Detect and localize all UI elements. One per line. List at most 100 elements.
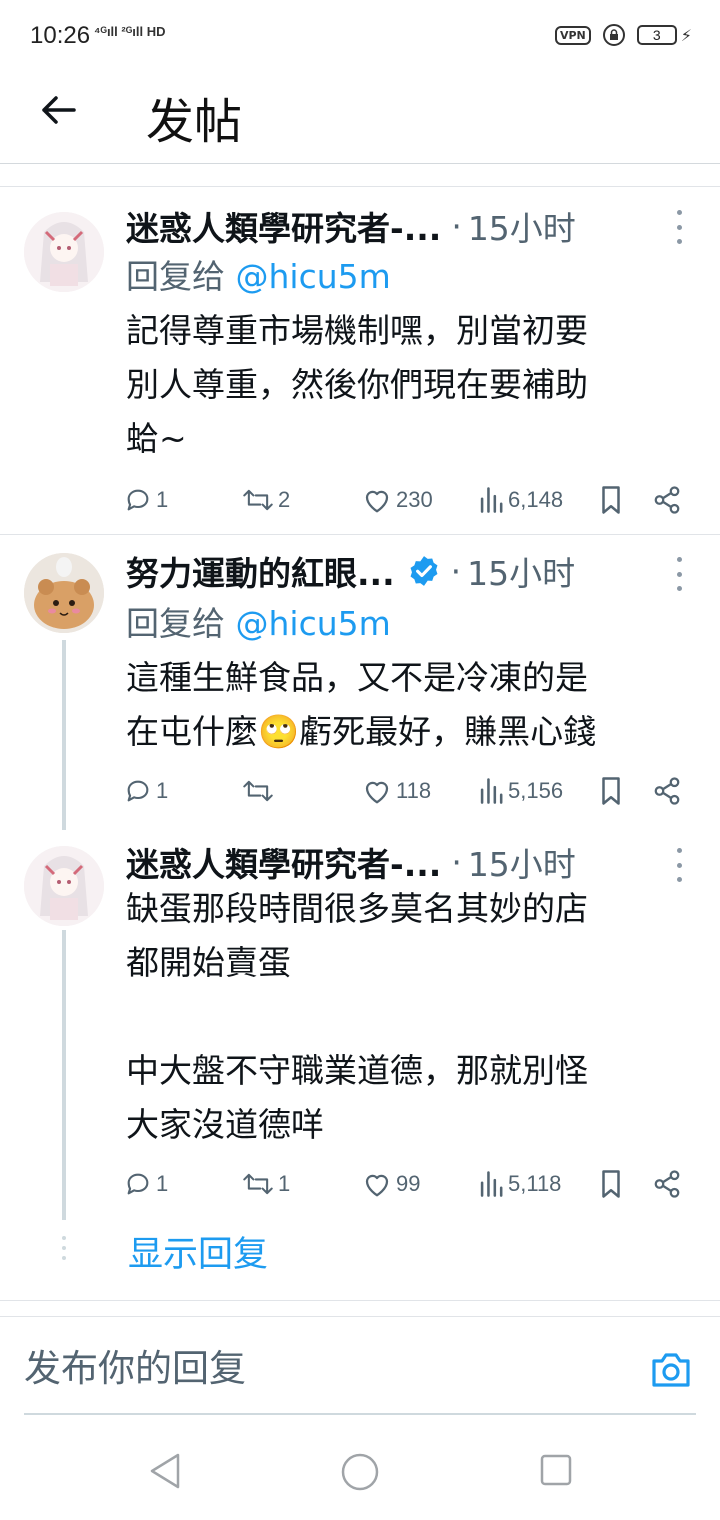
- like-button[interactable]: 99: [362, 1164, 420, 1204]
- avatar[interactable]: [24, 212, 104, 292]
- tweet[interactable]: 努力運動的紅眼... · 15小时 回复给 @hicu5m 這種生鮮食品，又不是…: [0, 535, 720, 825]
- system-navigation-bar: [0, 1420, 720, 1520]
- bookmark-icon: [602, 1170, 620, 1198]
- heart-icon: [365, 781, 389, 804]
- retweet-button[interactable]: 2: [242, 480, 290, 520]
- tweet-header: 迷惑人類學研究者-... · 15小时: [126, 202, 576, 250]
- page-title: 发帖: [146, 94, 243, 150]
- share-icon: [654, 486, 680, 514]
- views-icon: [480, 487, 503, 513]
- retweet-count: 1: [278, 1171, 291, 1196]
- reply-input[interactable]: [24, 1347, 624, 1390]
- retweet-count: 2: [278, 487, 291, 512]
- network-indicator: ⁴ᴳıll ²ᴳıll HD: [94, 24, 166, 39]
- tweet-actions: 1 1 99 5,118: [124, 1164, 690, 1204]
- like-count: 230: [396, 487, 433, 512]
- timestamp[interactable]: 15小时: [467, 547, 575, 595]
- tweet-text: 缺蛋那段時間很多莫名其妙的店 都開始賣蛋 中大盤不守職業道德，那就別怪 大家沒道…: [126, 889, 588, 1144]
- heart-icon: [365, 490, 389, 513]
- views-icon: [480, 1171, 503, 1197]
- camera-icon: [652, 1353, 690, 1387]
- charging-icon: ⚡: [680, 25, 692, 45]
- status-icons: VPN 3 ⚡: [554, 24, 692, 46]
- like-count: 99: [396, 1171, 421, 1196]
- author-name[interactable]: 迷惑人類學研究者-...: [126, 202, 441, 250]
- reply-to-handle[interactable]: @hicu5m: [236, 604, 391, 643]
- reply-to-line: 回复给 @hicu5m: [126, 597, 391, 645]
- views-button[interactable]: 5,156: [478, 771, 563, 811]
- timestamp[interactable]: 15小时: [468, 838, 576, 886]
- bookmark-button[interactable]: [598, 1164, 624, 1204]
- retweet-icon: [243, 780, 273, 802]
- views-count: 6,148: [508, 487, 564, 512]
- tweet-text: 這種生鮮食品，又不是冷凍的是 在屯什麼🙄虧死最好，賺黑心錢: [126, 658, 597, 751]
- nav-back-button[interactable]: [148, 1452, 182, 1494]
- camera-button[interactable]: [650, 1351, 692, 1389]
- reply-button[interactable]: 1: [124, 1164, 168, 1204]
- rotation-lock-icon: [602, 24, 625, 46]
- more-options-icon[interactable]: [672, 848, 686, 882]
- circle-home-icon: [341, 1453, 379, 1491]
- bookmark-icon: [602, 777, 620, 805]
- like-count: 118: [396, 778, 432, 803]
- views-icon: [480, 778, 503, 804]
- thread-connector: [62, 640, 66, 830]
- show-replies-link[interactable]: 显示回复: [128, 1226, 268, 1277]
- reply-icon: [127, 489, 149, 511]
- tweet[interactable]: 迷惑人類學研究者-... · 15小时 缺蛋那段時間很多莫名其妙的店 都開始賣蛋…: [0, 830, 720, 1220]
- reply-to-line: 回复给 @hicu5m: [126, 250, 391, 298]
- avatar[interactable]: [24, 846, 104, 926]
- tweet-actions: 1 2 230 6,148: [124, 480, 690, 520]
- share-button[interactable]: [652, 771, 682, 811]
- reply-count: 1: [156, 1171, 169, 1196]
- reply-to-label: 回复给: [126, 604, 225, 643]
- verified-badge-icon: [410, 556, 438, 586]
- avatar[interactable]: [24, 553, 104, 633]
- reply-to-label: 回复给: [126, 257, 225, 296]
- reply-composer: [0, 1316, 720, 1416]
- input-underline: [24, 1413, 696, 1415]
- tweet-actions: 1 118 5,156: [124, 771, 690, 811]
- views-button[interactable]: 5,118: [478, 1164, 561, 1204]
- vpn-icon: VPN: [554, 25, 591, 45]
- more-options-icon[interactable]: [672, 210, 686, 244]
- share-icon: [654, 777, 680, 805]
- divider: [0, 186, 720, 187]
- like-button[interactable]: 118: [362, 771, 431, 811]
- top-app-bar: 发帖: [0, 72, 720, 164]
- reply-icon: [127, 780, 149, 802]
- tweet-header: 努力運動的紅眼... · 15小时: [126, 547, 575, 595]
- bookmark-button[interactable]: [598, 771, 624, 811]
- like-button[interactable]: 230: [362, 480, 433, 520]
- retweet-button[interactable]: 1: [242, 1164, 290, 1204]
- author-name[interactable]: 迷惑人類學研究者-...: [126, 838, 441, 886]
- bookmark-button[interactable]: [598, 480, 624, 520]
- tweet[interactable]: 迷惑人類學研究者-... · 15小时 回复给 @hicu5m 記得尊重市場機制…: [0, 188, 720, 534]
- triangle-back-icon: [150, 1453, 180, 1489]
- share-button[interactable]: [652, 1164, 682, 1204]
- views-count: 5,118: [508, 1171, 562, 1196]
- timestamp[interactable]: 15小时: [468, 202, 576, 250]
- retweet-icon: [243, 1173, 273, 1195]
- retweet-button[interactable]: [242, 771, 278, 811]
- back-button[interactable]: [34, 86, 82, 134]
- reply-count: 1: [156, 487, 169, 512]
- reply-to-handle[interactable]: @hicu5m: [236, 257, 391, 296]
- nav-recents-button[interactable]: [540, 1454, 572, 1490]
- reply-count: 1: [156, 778, 169, 803]
- status-bar: 10:26 ⁴ᴳıll ²ᴳıll HD VPN 3 ⚡: [0, 0, 720, 72]
- more-options-icon[interactable]: [672, 557, 686, 591]
- author-name[interactable]: 努力運動的紅眼...: [126, 547, 395, 595]
- heart-icon: [365, 1174, 389, 1197]
- share-icon: [654, 1170, 680, 1198]
- reply-button[interactable]: 1: [124, 480, 168, 520]
- nav-home-button[interactable]: [340, 1452, 380, 1496]
- status-time: 10:26: [30, 22, 91, 49]
- arrow-left-icon: [42, 96, 76, 124]
- share-button[interactable]: [652, 480, 682, 520]
- reply-button[interactable]: 1: [124, 771, 168, 811]
- tweet-header: 迷惑人類學研究者-... · 15小时: [126, 838, 576, 886]
- battery-icon: 3: [636, 25, 677, 45]
- retweet-icon: [243, 489, 273, 511]
- views-button[interactable]: 6,148: [478, 480, 563, 520]
